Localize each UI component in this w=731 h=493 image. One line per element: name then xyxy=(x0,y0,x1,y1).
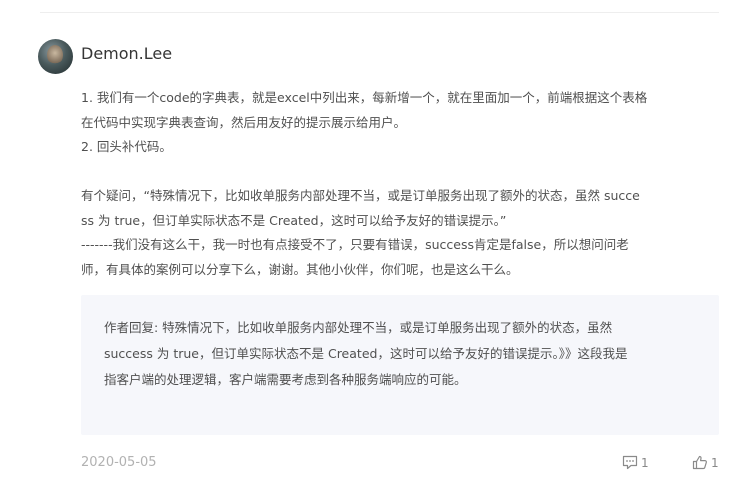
author-reply-box: 作者回复: 特殊情况下，比如收单服务内部处理不当，或是订单服务出现了额外的状态，… xyxy=(81,295,719,435)
reply-line: 指客户端的处理逻辑，客户端需要考虑到各种服务端响应的可能。 xyxy=(104,372,467,387)
comment-line: 有个疑问，“特殊情况下，比如收单服务内部处理不当，或是订单服务出现了额外的状态，… xyxy=(81,188,640,203)
avatar[interactable] xyxy=(38,39,73,74)
reply-line: 作者回复: 特殊情况下，比如收单服务内部处理不当，或是订单服务出现了额外的状态，… xyxy=(104,320,613,335)
thumbs-up-icon xyxy=(692,455,708,470)
comment-line: 2. 回头补代码。 xyxy=(81,139,172,154)
comment-line: 师，有具体的案例可以分享下么，谢谢。其他小伙伴，你们呢，也是这么干么。 xyxy=(81,261,519,277)
comment-icon xyxy=(622,455,638,470)
comment-line: 在代码中实现字典表查询，然后用友好的提示展示给用户。 xyxy=(81,114,407,130)
comment-date: 2020-05-05 xyxy=(81,455,157,470)
comment-line: ss 为 true，但订单实际状态不是 Created，这时可以给予友好的错误提… xyxy=(81,212,507,228)
reply-line: success 为 true，但订单实际状态不是 Created，这时可以给予友… xyxy=(104,346,628,361)
comment-body: 1. 我们有一个code的字典表，就是excel中列出来，每新增一个，就在里面加… xyxy=(81,86,721,282)
like-count: 1 xyxy=(711,455,719,470)
reply-count: 1 xyxy=(641,455,649,470)
comment-line: -------我们没有这么干，我一时也有点接受不了，只要有错误，success肯… xyxy=(81,237,629,252)
top-divider xyxy=(40,12,719,13)
reply-button[interactable]: 1 xyxy=(622,455,649,470)
like-button[interactable]: 1 xyxy=(692,455,719,470)
author-reply-text: 作者回复: 特殊情况下，比如收单服务内部处理不当，或是订单服务出现了额外的状态，… xyxy=(104,315,704,393)
comment-author[interactable]: Demon.Lee xyxy=(81,44,172,63)
comment-line: 1. 我们有一个code的字典表，就是excel中列出来，每新增一个，就在里面加… xyxy=(81,90,648,105)
